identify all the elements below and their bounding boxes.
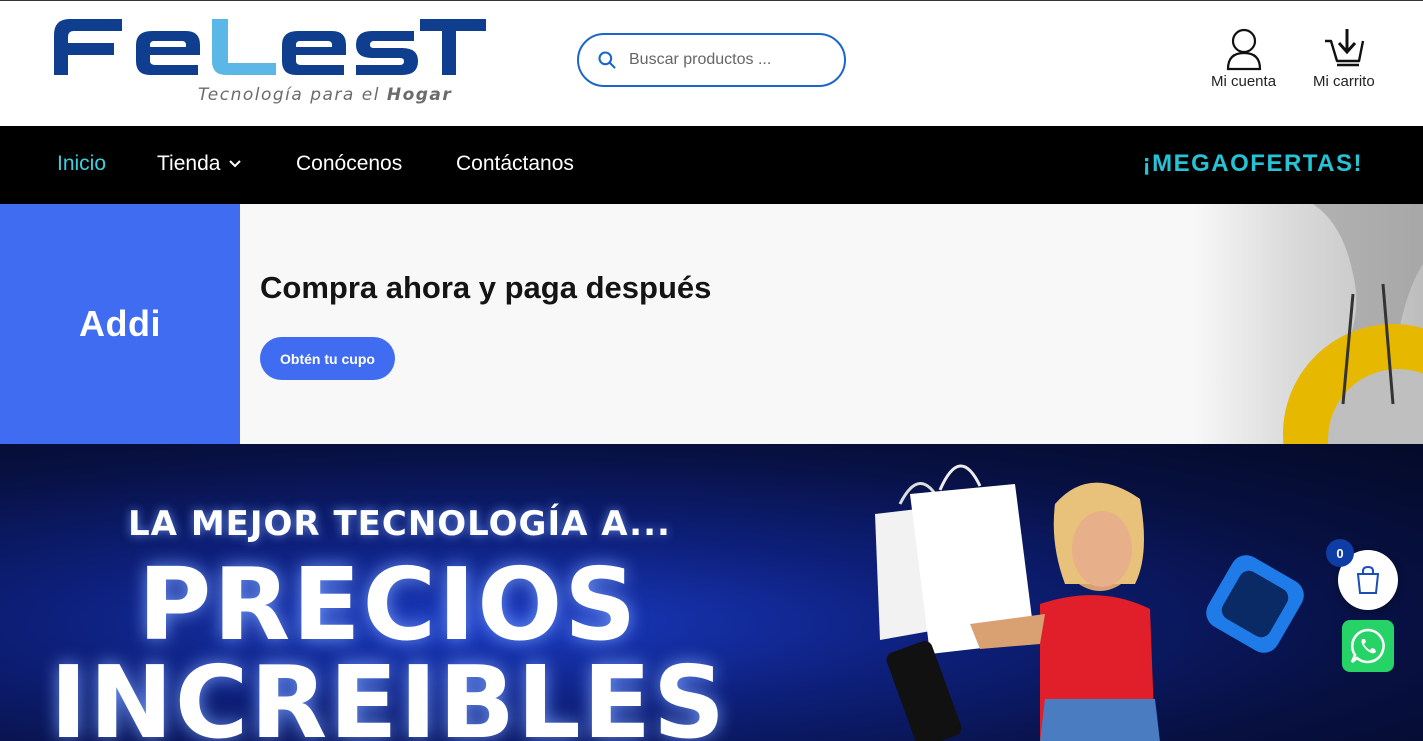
site-logo[interactable]: Tecnología para el Hogar [50,15,490,111]
nav-item-conocenos[interactable]: Conócenos [296,152,402,176]
chevron-down-icon [229,160,242,168]
site-header: Tecnología para el Hogar Mi cuenta [0,1,1423,126]
search-box[interactable] [577,33,846,87]
my-account-label: Mi cuenta [1211,73,1277,90]
logo-tagline: Tecnología para el Hogar [198,85,453,105]
cart-download-icon [1324,29,1365,67]
obten-tu-cupo-button[interactable]: Obtén tu cupo [260,337,395,380]
my-account-link[interactable]: Mi cuenta [1211,27,1276,90]
megaofertas-link[interactable]: ¡MEGAOFERTAS! [1143,150,1363,178]
main-nav: Inicio Tienda Conócenos Contáctanos ¡MEG… [0,126,1423,204]
page: Tecnología para el Hogar Mi cuenta [0,0,1423,741]
logo-wordmark [54,19,486,75]
cart-count-badge: 0 [1326,539,1354,567]
hero-headline-2: INCREIBLES [50,644,728,741]
addi-headline: Compra ahora y paga después [260,270,712,305]
addi-lifestyle-photo [1193,204,1423,444]
whatsapp-button[interactable] [1342,620,1394,672]
my-cart-link[interactable]: Mi carrito [1313,27,1375,90]
addi-banner: Addi Compra ahora y paga después Obtén t… [0,204,1423,444]
addi-logo-panel: Addi [0,204,240,444]
shopping-bag-icon [1356,565,1380,594]
addi-logo: Addi [79,303,161,344]
nav-item-contactanos[interactable]: Contáctanos [456,152,574,176]
whatsapp-icon [1350,628,1385,664]
hero-banner[interactable]: LA MEJOR TECNOLOGÍA A... PRECIOS INCREIB… [0,444,1423,741]
hero-tagline: LA MEJOR TECNOLOGÍA A... [128,504,671,544]
nav-item-tienda[interactable]: Tienda [157,152,242,176]
nav-item-inicio[interactable]: Inicio [57,152,106,176]
hero-woman-shopping-illustration [875,464,1304,741]
nav-item-tienda-label: Tienda [157,152,221,175]
search-icon [598,51,616,69]
my-cart-label: Mi carrito [1313,73,1375,90]
user-icon [1226,28,1261,71]
search-input[interactable] [629,51,829,69]
